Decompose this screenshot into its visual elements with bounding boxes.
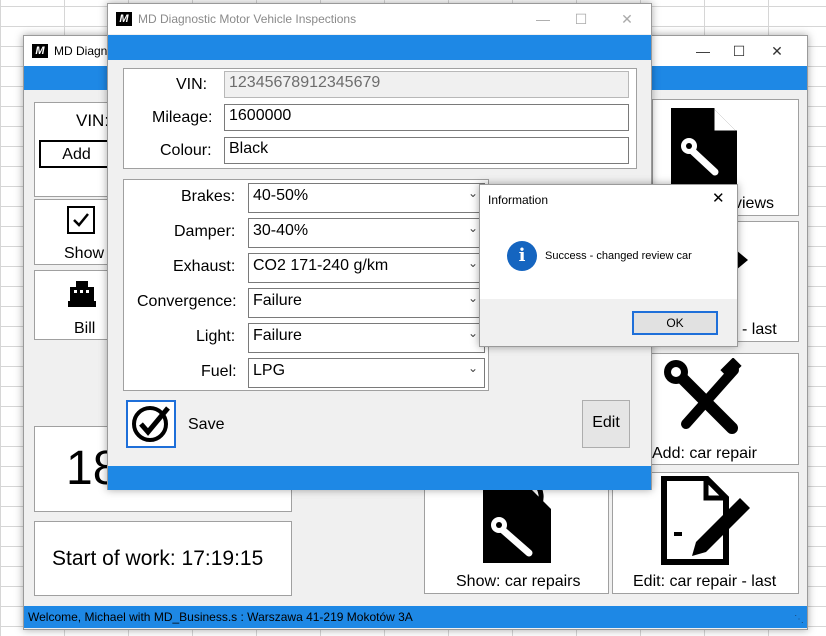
main-window-title: MD Diagnostic Motor Vehicle Inspections xyxy=(138,12,357,26)
convergence-label: Convergence: xyxy=(137,293,237,310)
reviews-label: views xyxy=(734,195,775,212)
cash-register-icon xyxy=(66,279,98,314)
ok-button[interactable]: OK xyxy=(632,311,718,335)
main-logo-icon: M xyxy=(116,12,132,26)
app-logo-icon: M xyxy=(32,44,48,58)
show-repairs-label: Show: car repairs xyxy=(456,573,581,590)
edit-repair-label: Edit: car repair - last xyxy=(633,573,777,590)
dialog-title: Information xyxy=(488,193,549,207)
main-maximize-button[interactable]: ☐ xyxy=(566,8,596,30)
convergence-select[interactable]: Failure ⌄ xyxy=(248,288,485,318)
maximize-button[interactable]: ☐ xyxy=(724,40,754,62)
status-bar: Welcome, Michael with MD_Business.s : Wa… xyxy=(24,606,807,628)
save-label: Save xyxy=(188,416,225,433)
start-of-work-text: Start of work: 17:19:15 xyxy=(52,547,264,570)
main-bottom-bar xyxy=(108,466,651,490)
main-close-button[interactable]: ✕ xyxy=(612,8,642,30)
chevron-down-icon: ⌄ xyxy=(467,361,478,375)
save-button[interactable] xyxy=(126,400,176,448)
fuel-select[interactable]: LPG ⌄ xyxy=(248,358,485,388)
dialog-close-button[interactable]: ✕ xyxy=(712,189,725,207)
damper-value: 30-40% xyxy=(253,222,309,239)
mileage-field[interactable]: 1600000 xyxy=(224,104,629,131)
vin-field[interactable]: 12345678912345679 xyxy=(224,71,629,98)
back-vin-label: VIN: xyxy=(76,111,110,130)
vin-label: VIN: xyxy=(176,76,208,93)
damper-select[interactable]: 30-40% ⌄ xyxy=(248,218,485,248)
checklist-icon xyxy=(67,206,95,234)
wrench-screwdriver-icon xyxy=(662,357,748,445)
brakes-value: 40-50% xyxy=(253,187,309,204)
document-repair-icon xyxy=(481,479,553,570)
chevron-down-icon: ⌄ xyxy=(467,291,478,305)
bill-label: Bill xyxy=(74,320,96,337)
fuel-value: LPG xyxy=(253,362,286,379)
exhaust-select[interactable]: CO2 171-240 g/km ⌄ xyxy=(248,253,485,283)
exhaust-label: Exhaust: xyxy=(173,258,236,275)
information-dialog: Information ✕ i Success - changed review… xyxy=(479,184,738,347)
main-titlebar: M MD Diagnostic Motor Vehicle Inspection… xyxy=(108,4,651,34)
minimize-button[interactable]: — xyxy=(688,40,718,62)
chevron-down-icon: ⌄ xyxy=(467,186,478,200)
chevron-down-icon: ⌄ xyxy=(467,221,478,235)
edit-document-icon xyxy=(660,475,752,571)
fuel-label: Fuel: xyxy=(201,363,237,380)
colour-field[interactable]: Black xyxy=(224,137,629,164)
light-select[interactable]: Failure ⌄ xyxy=(248,323,485,353)
dialog-message: Success - changed review car xyxy=(545,250,692,262)
light-value: Failure xyxy=(253,327,302,344)
mileage-label: Mileage: xyxy=(152,109,213,126)
main-top-bar xyxy=(108,35,651,60)
light-label: Light: xyxy=(196,328,236,345)
add-repair-label: Add: car repair xyxy=(652,445,757,462)
colour-label: Colour: xyxy=(160,142,212,159)
status-text: Welcome, Michael with MD_Business.s : Wa… xyxy=(28,610,413,624)
brakes-label: Brakes: xyxy=(181,188,236,205)
brakes-select[interactable]: 40-50% ⌄ xyxy=(248,183,485,213)
edit-button[interactable]: Edit xyxy=(582,400,630,448)
document-wrench-icon xyxy=(667,106,739,193)
info-icon: i xyxy=(507,241,537,271)
main-minimize-button[interactable]: — xyxy=(528,8,558,30)
damper-label: Damper: xyxy=(174,223,236,240)
chevron-down-icon: ⌄ xyxy=(467,326,478,340)
chevron-down-icon: ⌄ xyxy=(467,256,478,270)
exhaust-value: CO2 171-240 g/km xyxy=(253,257,389,274)
check-circle-icon xyxy=(132,406,170,442)
last-review-label: - last xyxy=(742,321,777,338)
close-button[interactable]: ✕ xyxy=(762,40,792,62)
show-label: Show xyxy=(64,245,105,262)
resize-grip-icon[interactable]: ⋱ xyxy=(794,614,804,625)
add-button[interactable]: Add xyxy=(39,140,114,168)
convergence-value: Failure xyxy=(253,292,302,309)
